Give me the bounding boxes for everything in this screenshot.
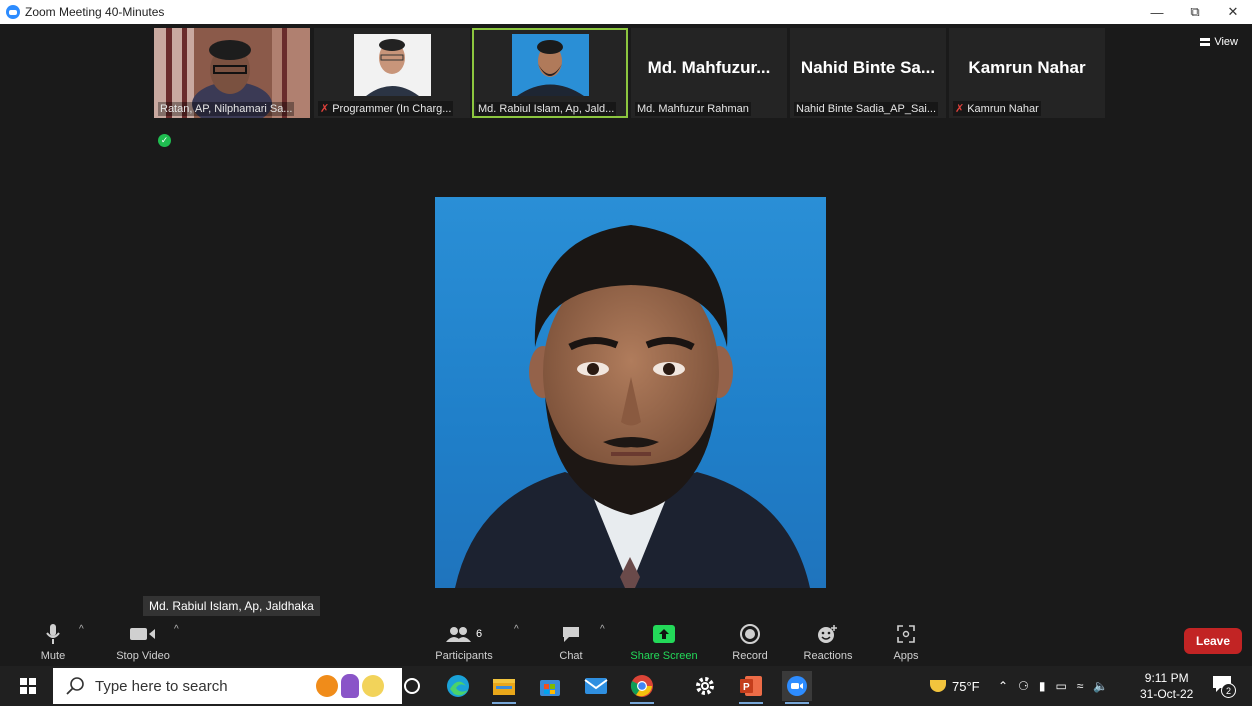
speaker-volume-icon[interactable]: 🔈 <box>1093 679 1108 693</box>
participant-name: ✗ Programmer (In Charg... <box>318 101 454 116</box>
grid-view-icon <box>1200 38 1211 46</box>
security-shield-icon[interactable]: ✓ <box>158 134 171 147</box>
participant-name: Nahid Binte Sadia_AP_Sai... <box>794 102 939 116</box>
reactions-label: Reactions <box>803 650 853 662</box>
windows-taskbar: Type here to search P 75°F ⌃ ⚆ ▮ ▭ ≈ 🔈 9… <box>0 666 1252 706</box>
show-hidden-icons-chevron-icon[interactable]: ⌃ <box>998 679 1008 693</box>
record-icon <box>740 622 760 646</box>
microphone-icon <box>46 622 60 646</box>
participant-tile[interactable]: Kamrun Nahar ✗ Kamrun Nahar <box>949 28 1105 118</box>
file-explorer-icon[interactable] <box>489 671 519 704</box>
powerpoint-icon[interactable]: P <box>736 671 766 704</box>
chat-button[interactable]: Chat <box>556 618 586 666</box>
svg-text:P: P <box>743 682 750 693</box>
halloween-widget-icon[interactable] <box>316 670 396 702</box>
participant-tile-active[interactable]: Md. Rabiul Islam, Ap, Jald... <box>472 28 628 118</box>
audio-options-chevron-icon[interactable]: ^ <box>79 624 84 635</box>
window-title: Zoom Meeting 40-Minutes <box>25 5 165 19</box>
reactions-emoji-icon <box>817 622 839 646</box>
notification-center-icon[interactable]: 2 <box>1212 675 1236 698</box>
meeting-toolbar: Mute ^ Stop Video ^ 6 Participants ^ Cha… <box>0 618 1252 666</box>
mail-icon[interactable] <box>581 671 611 701</box>
participants-options-chevron-icon[interactable]: ^ <box>514 624 519 635</box>
meeting-area: Ratan, AP, Nilphamari Sa... ✗ Programmer … <box>0 24 1252 618</box>
participants-label: Participants <box>435 650 493 662</box>
wifi-icon[interactable]: ≈ <box>1077 679 1084 693</box>
edge-browser-icon[interactable] <box>443 671 473 701</box>
battery-icon[interactable]: ▭ <box>1055 679 1066 693</box>
participants-button[interactable]: 6 Participants <box>428 618 500 666</box>
participant-tile[interactable]: Nahid Binte Sa... Nahid Binte Sadia_AP_S… <box>790 28 946 118</box>
view-button[interactable]: View <box>1200 36 1238 48</box>
clock-time: 9:11 PM <box>1144 671 1189 685</box>
participants-count: 6 <box>475 628 483 640</box>
chrome-browser-icon[interactable] <box>627 671 657 704</box>
apps-button[interactable]: Apps <box>886 618 926 666</box>
leave-button[interactable]: Leave <box>1184 628 1242 654</box>
search-icon <box>66 677 84 695</box>
apps-label: Apps <box>893 650 919 662</box>
video-options-chevron-icon[interactable]: ^ <box>174 624 179 635</box>
participant-name: ✗ Kamrun Nahar <box>953 101 1041 116</box>
speaker-portrait <box>455 225 810 588</box>
minimize-button[interactable]: — <box>1138 0 1176 24</box>
participant-tile[interactable]: Md. Mahfuzur... Md. Mahfuzur Rahman <box>631 28 787 118</box>
stop-video-button[interactable]: Stop Video <box>108 618 178 666</box>
settings-gear-icon[interactable] <box>690 671 720 701</box>
windows-start-icon[interactable] <box>20 678 36 694</box>
share-screen-label: Share Screen <box>630 650 698 662</box>
muted-mic-icon: ✗ <box>955 103 965 115</box>
view-label: View <box>1214 36 1238 48</box>
zoom-app-icon[interactable] <box>782 671 812 704</box>
participant-name-large: Nahid Binte Sa... <box>800 58 936 77</box>
share-screen-icon <box>653 622 675 646</box>
share-screen-button[interactable]: Share Screen <box>626 618 702 666</box>
chat-options-chevron-icon[interactable]: ^ <box>600 624 605 635</box>
participant-name: Md. Rabiul Islam, Ap, Jald... <box>476 102 617 116</box>
restore-button[interactable]: ⧉ <box>1176 0 1214 24</box>
clock-date: 31-Oct-22 <box>1140 687 1194 701</box>
zoom-logo-icon <box>6 5 20 19</box>
close-button[interactable]: ✕ <box>1214 0 1252 24</box>
apps-icon <box>897 622 915 646</box>
participant-name-large: Kamrun Nahar <box>968 58 1086 77</box>
mute-label: Mute <box>40 650 66 662</box>
task-view-icon[interactable] <box>397 671 427 701</box>
notification-count-badge: 2 <box>1221 683 1236 698</box>
video-camera-icon <box>130 622 156 646</box>
search-placeholder: Type here to search <box>95 677 228 695</box>
participant-name: Ratan, AP, Nilphamari Sa... <box>158 102 295 116</box>
participant-name: Md. Mahfuzur Rahman <box>635 102 751 116</box>
record-label: Record <box>732 650 768 662</box>
chat-label: Chat <box>559 650 583 662</box>
chat-bubble-icon <box>561 622 581 646</box>
mute-button[interactable]: Mute <box>36 618 70 666</box>
taskbar-clock[interactable]: 9:11 PM 31-Oct-22 <box>1140 670 1193 702</box>
participants-icon: 6 <box>445 622 483 646</box>
system-tray: ⌃ ⚆ ▮ ▭ ≈ 🔈 <box>998 666 1108 706</box>
active-speaker-video <box>435 197 826 588</box>
record-button[interactable]: Record <box>728 618 772 666</box>
window-titlebar: Zoom Meeting 40-Minutes — ⧉ ✕ <box>0 0 1252 24</box>
weather-widget[interactable]: 75°F <box>930 666 980 706</box>
weather-temperature: 75°F <box>952 678 980 694</box>
microsoft-store-icon[interactable] <box>535 671 565 701</box>
reactions-button[interactable]: Reactions <box>800 618 856 666</box>
active-speaker-name: Md. Rabiul Islam, Ap, Jaldhaka <box>143 596 320 616</box>
usb-device-icon[interactable]: ▮ <box>1039 679 1046 693</box>
weather-moon-icon <box>930 680 946 692</box>
muted-mic-icon: ✗ <box>320 103 330 115</box>
participant-name-large: Md. Mahfuzur... <box>647 58 771 77</box>
stop-video-label: Stop Video <box>116 650 170 662</box>
participant-tile[interactable]: Ratan, AP, Nilphamari Sa... <box>154 28 310 118</box>
meet-now-icon[interactable]: ⚆ <box>1018 679 1029 693</box>
participant-tile[interactable]: ✗ Programmer (In Charg... <box>314 28 470 118</box>
